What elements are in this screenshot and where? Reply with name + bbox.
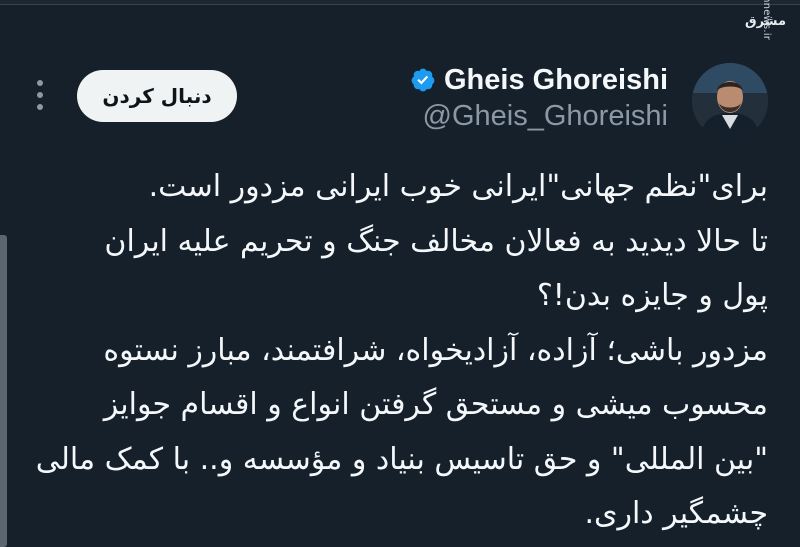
author-display-name: Gheis Ghoreishi: [444, 63, 668, 96]
avatar-image: [692, 63, 768, 139]
tweet-line: مزدور باشی؛ آزاده، آزادیخواه، شرافتمند، …: [103, 332, 768, 368]
top-divider: [0, 0, 800, 5]
verified-badge-icon: [411, 68, 435, 92]
scrollbar[interactable]: [0, 235, 7, 547]
author-name-row[interactable]: Gheis Ghoreishi: [400, 62, 668, 98]
tweet-line: "بین المللی" و حق تاسیس بنیاد و مؤسسه و.…: [35, 441, 768, 477]
tweet-line: برای"نظم جهانی"ایرانی خوب ایرانی مزدور ا…: [148, 169, 768, 204]
more-vertical-icon[interactable]: [30, 80, 50, 110]
tweet-line: چشمگیر داری.: [584, 496, 768, 531]
more-dot: [37, 80, 43, 86]
tweet-line: تا حالا دیدید به فعالان مخالف جنگ و تحری…: [104, 223, 768, 259]
tweet-text: برای"نظم جهانی"ایرانی خوب ایرانی مزدور ا…: [32, 160, 768, 542]
more-dot: [37, 92, 43, 98]
tweet-line: محسوب میشی و مستحق گرفتن انواع و اقسام ج…: [103, 387, 768, 422]
more-dot: [37, 104, 43, 110]
avatar[interactable]: [692, 63, 768, 139]
watermark-site: mashreghnews.ir: [761, 0, 772, 40]
follow-button[interactable]: دنبال کردن: [77, 70, 237, 122]
author-handle[interactable]: @Gheis_Ghoreishi: [400, 100, 668, 136]
tweet-line: پول و جایزه بدن!؟: [536, 278, 768, 313]
